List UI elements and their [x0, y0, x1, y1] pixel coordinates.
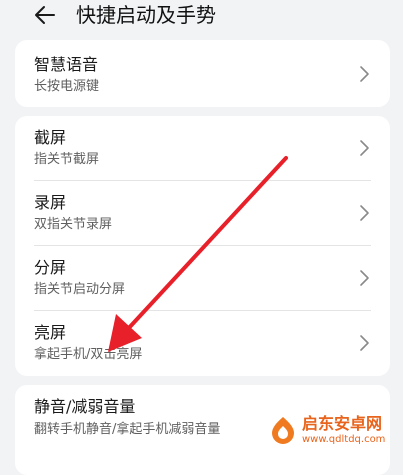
setting-item-subtitle: 指关节启动分屏: [34, 282, 126, 297]
setting-item-subtitle: 双指关节录屏: [34, 217, 113, 232]
arrow-left-icon: [35, 6, 55, 24]
watermark: 启东安卓网 www.qdltdq.com: [268, 406, 402, 454]
setting-item-title: 截屏: [34, 128, 67, 147]
top-app-bar: 快捷启动及手势: [0, 0, 403, 34]
setting-item-screen-record[interactable]: 录屏 双指关节录屏: [15, 181, 390, 246]
back-button[interactable]: [28, 0, 62, 30]
setting-item-split-screen[interactable]: 分屏 指关节启动分屏: [15, 246, 390, 311]
chevron-right-icon: [360, 66, 369, 82]
settings-group-voice: 智慧语音 长按电源键: [15, 40, 390, 107]
setting-item-subtitle: 翻转手机静音/拿起手机减弱音量: [34, 422, 221, 437]
chevron-right-icon: [360, 270, 369, 286]
watermark-name: 启东安卓网: [302, 414, 383, 433]
chevron-right-icon: [360, 335, 369, 351]
setting-item-title: 智慧语音: [34, 55, 99, 74]
chevron-right-icon: [360, 205, 369, 221]
setting-item-wake-screen[interactable]: 亮屏 拿起手机/双击亮屏: [15, 311, 390, 376]
setting-item-smart-voice[interactable]: 智慧语音 长按电源键: [15, 41, 390, 106]
setting-item-subtitle: 长按电源键: [34, 79, 100, 94]
setting-item-title: 录屏: [34, 193, 67, 212]
watermark-url: www.qdltdq.com: [302, 434, 386, 445]
settings-group-gestures: 截屏 指关节截屏 录屏 双指关节录屏 分屏 指关节启动分屏 亮屏 拿起手机/双击…: [15, 116, 390, 376]
setting-item-title: 静音/减弱音量: [34, 397, 136, 416]
setting-item-subtitle: 指关节截屏: [34, 152, 100, 167]
setting-item-title: 亮屏: [34, 323, 67, 342]
setting-item-subtitle: 拿起手机/双击亮屏: [34, 347, 143, 362]
chevron-right-icon: [360, 140, 369, 156]
watermark-logo-icon: [272, 417, 294, 444]
setting-item-screenshot[interactable]: 截屏 指关节截屏: [15, 116, 390, 181]
page-title: 快捷启动及手势: [76, 3, 216, 27]
setting-item-title: 分屏: [34, 258, 67, 277]
